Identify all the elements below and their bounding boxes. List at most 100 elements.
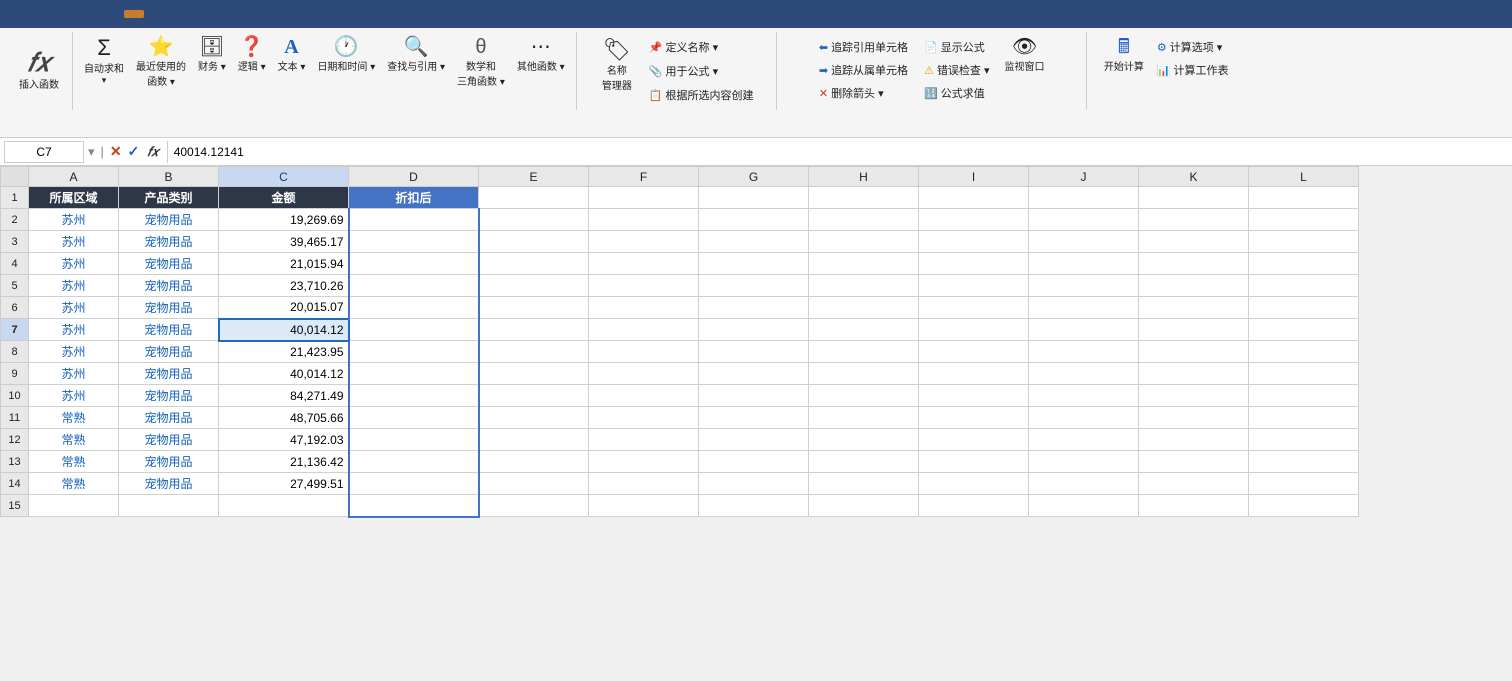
create-from-selection-button[interactable]: 📋 根据所选内容创建 — [643, 84, 760, 106]
cell-E7[interactable] — [479, 319, 589, 341]
cell-C8[interactable]: 21,423.95 — [219, 341, 349, 363]
cell-H10[interactable] — [809, 385, 919, 407]
cell-H7[interactable] — [809, 319, 919, 341]
menu-formula[interactable] — [124, 10, 144, 18]
cell-B4[interactable]: 宠物用品 — [119, 253, 219, 275]
cell-I2[interactable] — [919, 209, 1029, 231]
cell-L11[interactable] — [1249, 407, 1359, 429]
cell-K8[interactable] — [1139, 341, 1249, 363]
cell-L3[interactable] — [1249, 231, 1359, 253]
cell-L14[interactable] — [1249, 473, 1359, 495]
cell-J14[interactable] — [1029, 473, 1139, 495]
cell-I6[interactable] — [919, 297, 1029, 319]
cell-H6[interactable] — [809, 297, 919, 319]
cell-F3[interactable] — [589, 231, 699, 253]
cell-J10[interactable] — [1029, 385, 1139, 407]
col-header-A[interactable]: A — [29, 167, 119, 187]
cell-G7[interactable] — [699, 319, 809, 341]
cell-L1[interactable] — [1249, 187, 1359, 209]
cell-J8[interactable] — [1029, 341, 1139, 363]
cell-K15[interactable] — [1139, 495, 1249, 517]
watch-window-button[interactable]: 👁 监视窗口 — [1000, 34, 1050, 76]
cell-D4[interactable] — [349, 253, 479, 275]
col-header-G[interactable]: G — [699, 167, 809, 187]
menu-insert[interactable] — [64, 10, 84, 18]
cell-F8[interactable] — [589, 341, 699, 363]
menu-officeplus[interactable] — [44, 10, 64, 18]
eval-formula-button[interactable]: 🔢 公式求值 — [918, 82, 995, 104]
cell-E3[interactable] — [479, 231, 589, 253]
cell-D3[interactable] — [349, 231, 479, 253]
cell-C1[interactable]: 金额 — [219, 187, 349, 209]
cell-A14[interactable]: 常熟 — [29, 473, 119, 495]
cell-H11[interactable] — [809, 407, 919, 429]
trace-precedents-button[interactable]: ⬅ 追踪引用单元格 — [813, 36, 914, 58]
cell-A9[interactable]: 苏州 — [29, 363, 119, 385]
logic-button[interactable]: ❓ 逻辑 ▾ — [233, 34, 271, 76]
col-header-C[interactable]: C — [219, 167, 349, 187]
cell-E13[interactable] — [479, 451, 589, 473]
cell-E4[interactable] — [479, 253, 589, 275]
text-button[interactable]: A 文本 ▾ — [273, 34, 311, 76]
cell-B7[interactable]: 宠物用品 — [119, 319, 219, 341]
cell-I3[interactable] — [919, 231, 1029, 253]
menu-review[interactable] — [164, 10, 184, 18]
cell-A11[interactable]: 常熟 — [29, 407, 119, 429]
cell-K2[interactable] — [1139, 209, 1249, 231]
col-header-E[interactable]: E — [479, 167, 589, 187]
calc-options-button[interactable]: ⚙ 计算选项 ▾ — [1151, 36, 1235, 58]
col-header-B[interactable]: B — [119, 167, 219, 187]
cell-J2[interactable] — [1029, 209, 1139, 231]
cell-B1[interactable]: 产品类别 — [119, 187, 219, 209]
cell-I14[interactable] — [919, 473, 1029, 495]
cell-D6[interactable] — [349, 297, 479, 319]
cell-D15[interactable] — [349, 495, 479, 517]
cell-K7[interactable] — [1139, 319, 1249, 341]
cell-L10[interactable] — [1249, 385, 1359, 407]
cell-J12[interactable] — [1029, 429, 1139, 451]
menu-help[interactable] — [244, 10, 264, 18]
cell-G13[interactable] — [699, 451, 809, 473]
col-header-I[interactable]: I — [919, 167, 1029, 187]
menu-file[interactable] — [4, 10, 24, 18]
cancel-icon[interactable]: ✕ — [110, 143, 122, 160]
cell-D13[interactable] — [349, 451, 479, 473]
cell-C11[interactable]: 48,705.66 — [219, 407, 349, 429]
cell-L12[interactable] — [1249, 429, 1359, 451]
cell-E8[interactable] — [479, 341, 589, 363]
datetime-button[interactable]: 🕐 日期和时间 ▾ — [312, 34, 380, 76]
cell-A13[interactable]: 常熟 — [29, 451, 119, 473]
confirm-icon[interactable]: ✓ — [128, 143, 140, 160]
cell-C14[interactable]: 27,499.51 — [219, 473, 349, 495]
cell-I1[interactable] — [919, 187, 1029, 209]
use-in-formula-button[interactable]: 📎 用于公式 ▾ — [643, 60, 760, 82]
cell-E15[interactable] — [479, 495, 589, 517]
cell-K1[interactable] — [1139, 187, 1249, 209]
formula-bar-dropdown[interactable]: ▾ — [88, 144, 95, 160]
cell-F5[interactable] — [589, 275, 699, 297]
cell-C9[interactable]: 40,014.12 — [219, 363, 349, 385]
finance-button[interactable]: 🗄 财务 ▾ — [193, 34, 231, 76]
cell-A12[interactable]: 常熟 — [29, 429, 119, 451]
cell-E2[interactable] — [479, 209, 589, 231]
cell-B15[interactable] — [119, 495, 219, 517]
cell-A4[interactable]: 苏州 — [29, 253, 119, 275]
cell-K14[interactable] — [1139, 473, 1249, 495]
cell-I11[interactable] — [919, 407, 1029, 429]
trace-dependents-button[interactable]: ➡ 追踪从属单元格 — [813, 59, 914, 81]
cell-D10[interactable] — [349, 385, 479, 407]
cell-A3[interactable]: 苏州 — [29, 231, 119, 253]
col-header-L[interactable]: L — [1249, 167, 1359, 187]
start-calc-button[interactable]: 🖩 开始计算 — [1099, 34, 1149, 76]
cell-J1[interactable] — [1029, 187, 1139, 209]
cell-G8[interactable] — [699, 341, 809, 363]
define-name-button[interactable]: 📌 定义名称 ▾ — [643, 36, 760, 58]
cell-H5[interactable] — [809, 275, 919, 297]
cell-B12[interactable]: 宠物用品 — [119, 429, 219, 451]
cell-F4[interactable] — [589, 253, 699, 275]
cell-J13[interactable] — [1029, 451, 1139, 473]
cell-I4[interactable] — [919, 253, 1029, 275]
cell-F13[interactable] — [589, 451, 699, 473]
cell-A6[interactable]: 苏州 — [29, 297, 119, 319]
cell-G5[interactable] — [699, 275, 809, 297]
